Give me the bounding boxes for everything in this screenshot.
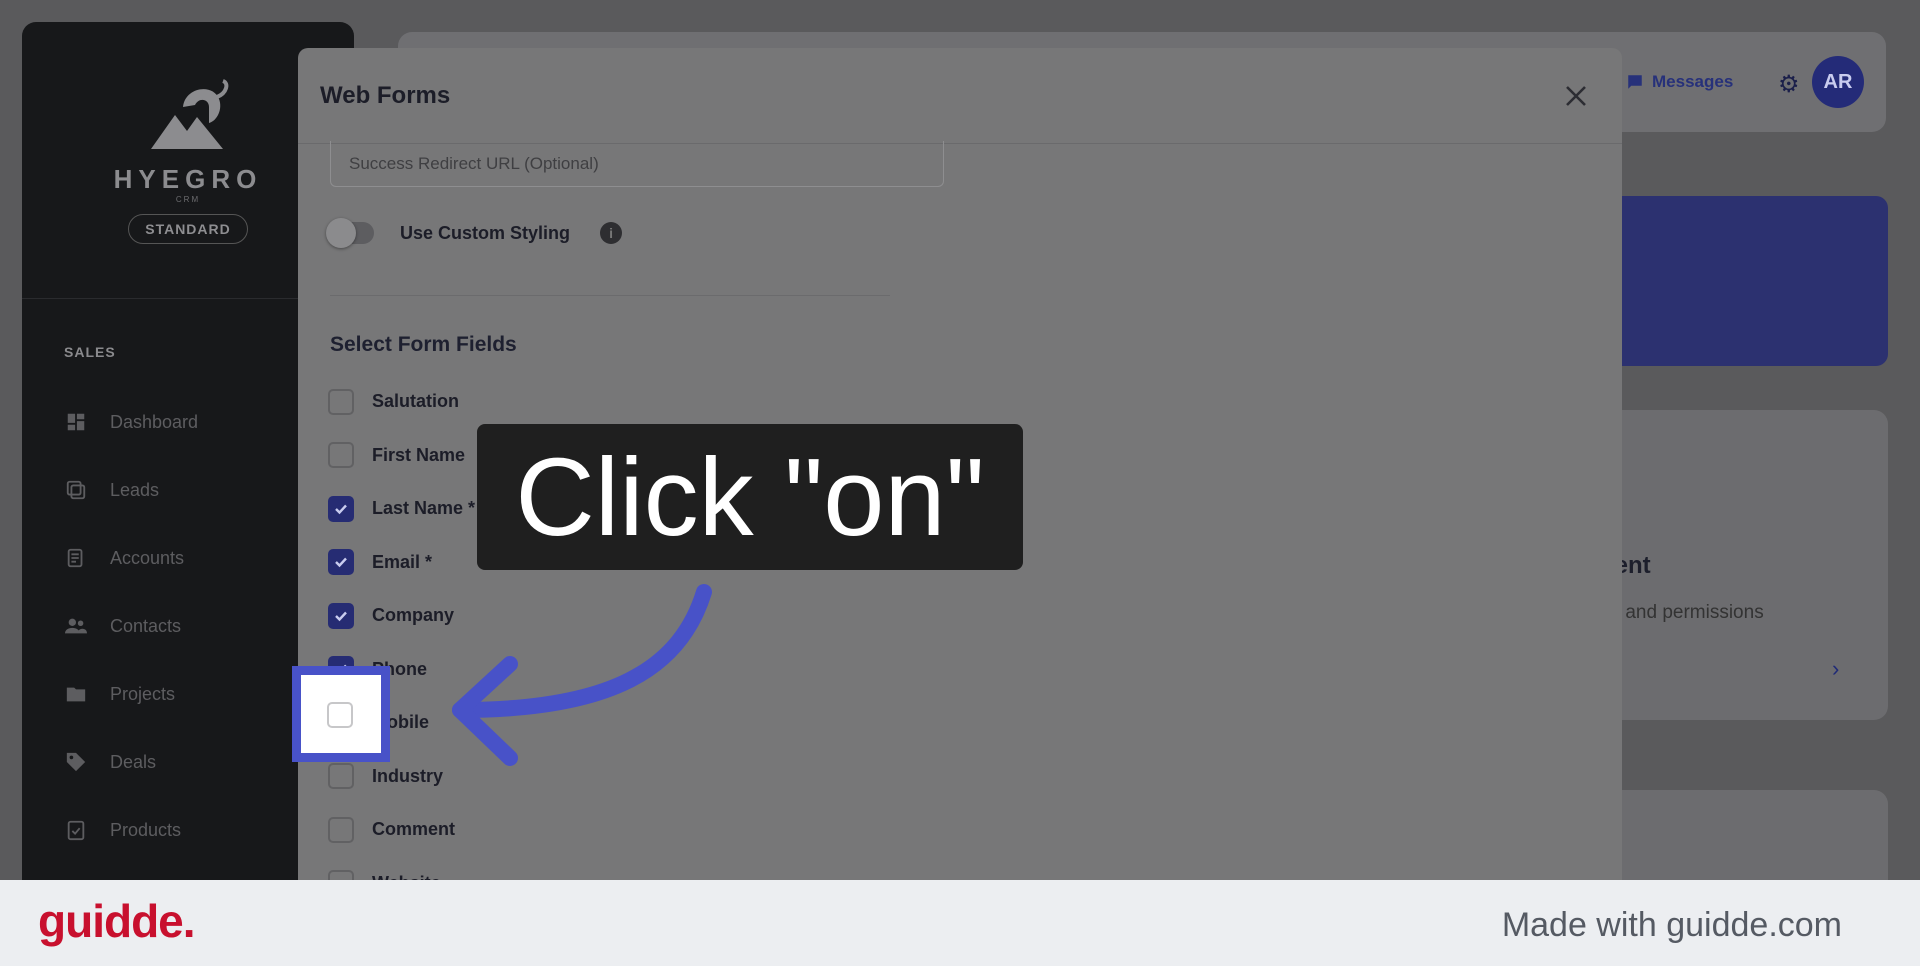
messages-label: Messages xyxy=(1652,72,1734,91)
form-field-checkbox[interactable] xyxy=(328,763,354,790)
sidebar-nav: Dashboard Leads Accounts Contacts Projec… xyxy=(64,388,198,864)
close-icon xyxy=(1566,86,1586,106)
form-field-checkbox[interactable] xyxy=(328,549,354,576)
checkmark-icon xyxy=(335,557,347,568)
dashboard-icon xyxy=(64,410,88,434)
close-button[interactable] xyxy=(1558,78,1594,114)
form-field-label: Last Name * xyxy=(372,498,476,519)
management-card[interactable]: nent es and permissions › xyxy=(1600,410,1888,720)
sidebar-item-label: Dashboard xyxy=(110,411,199,432)
made-with-text: Made with guidde.com xyxy=(1501,906,1842,944)
select-form-fields-title: Select Form Fields xyxy=(330,333,517,356)
form-field-label: Comment xyxy=(372,819,456,840)
clipboard-check-icon xyxy=(64,818,88,842)
form-field-label: First Name xyxy=(372,444,466,465)
mobile-checkbox-highlight[interactable] xyxy=(292,666,390,762)
promo-banner xyxy=(1600,196,1888,366)
tag-icon xyxy=(64,750,88,774)
accounts-icon xyxy=(64,546,88,570)
custom-styling-label: Use Custom Styling xyxy=(400,222,571,243)
checkmark-icon xyxy=(335,504,347,514)
form-field-checkbox[interactable] xyxy=(328,442,354,469)
form-field-row[interactable]: Website xyxy=(328,857,475,880)
success-redirect-url-input[interactable] xyxy=(330,141,944,187)
footer: guidde. Made with guidde.com xyxy=(0,880,1920,966)
form-field-checkbox[interactable] xyxy=(328,602,354,629)
custom-styling-row: Use Custom Styling i xyxy=(326,218,623,248)
chat-icon xyxy=(1628,75,1642,89)
form-field-row[interactable]: Last Name * xyxy=(328,482,475,536)
app-background: Messages ⚙ AR nent es and permissions › … xyxy=(0,0,1920,922)
section-label-sales: SALES xyxy=(64,344,116,360)
contacts-icon xyxy=(64,614,88,638)
form-field-checkbox[interactable] xyxy=(328,495,354,522)
sidebar-item-projects[interactable]: Projects xyxy=(64,660,198,728)
sidebar-item-label: Accounts xyxy=(110,547,185,568)
plan-badge: STANDARD xyxy=(128,214,248,244)
custom-styling-toggle[interactable] xyxy=(326,218,374,248)
sidebar-item-label: Projects xyxy=(110,683,176,704)
form-field-label: Website xyxy=(372,873,441,880)
pointer-arrow-icon xyxy=(452,584,712,766)
sidebar-item-deals[interactable]: Deals xyxy=(64,728,198,796)
sidebar-item-contacts[interactable]: Contacts xyxy=(64,592,198,660)
modal-title: Web Forms xyxy=(320,82,451,109)
form-field-row[interactable]: Salutation xyxy=(328,375,475,429)
folder-icon xyxy=(64,682,88,706)
form-field-label: Email * xyxy=(372,551,433,572)
info-icon[interactable]: i xyxy=(600,222,623,244)
instruction-tooltip: Click "on" xyxy=(477,424,1023,570)
sidebar-item-dashboard[interactable]: Dashboard xyxy=(64,388,198,456)
chevron-right-icon[interactable]: › xyxy=(1832,656,1839,682)
form-field-checkbox[interactable] xyxy=(328,816,354,843)
form-field-row[interactable]: Comment xyxy=(328,803,475,857)
guidde-logo: guidde. xyxy=(38,895,196,947)
sidebar-item-label: Products xyxy=(110,819,182,840)
form-field-checkbox[interactable] xyxy=(328,388,354,415)
management-card-subtitle: es and permissions xyxy=(1600,602,1764,623)
sidebar-item-leads[interactable]: Leads xyxy=(64,456,198,524)
mobile-checkbox[interactable] xyxy=(327,702,353,728)
form-field-label: Industry xyxy=(372,765,444,786)
section-divider xyxy=(330,295,890,296)
sidebar-item-label: Leads xyxy=(110,479,160,500)
gear-icon[interactable]: ⚙ xyxy=(1778,70,1800,99)
modal-header: Web Forms xyxy=(298,48,1622,144)
avatar[interactable]: AR xyxy=(1812,56,1864,108)
sidebar-item-label: Deals xyxy=(110,751,157,772)
form-field-checkbox[interactable] xyxy=(328,870,354,880)
form-field-label: Salutation xyxy=(372,391,460,412)
elephant-logo-icon xyxy=(151,79,229,149)
sidebar-item-products[interactable]: Products xyxy=(64,796,198,864)
checkmark-icon xyxy=(335,611,347,621)
toggle-knob xyxy=(326,218,356,248)
sidebar-item-accounts[interactable]: Accounts xyxy=(64,524,198,592)
form-field-row[interactable]: First Name xyxy=(328,429,475,483)
messages-link[interactable]: Messages xyxy=(1626,72,1733,92)
sidebar-item-label: Contacts xyxy=(110,615,182,636)
leads-icon xyxy=(64,478,88,502)
